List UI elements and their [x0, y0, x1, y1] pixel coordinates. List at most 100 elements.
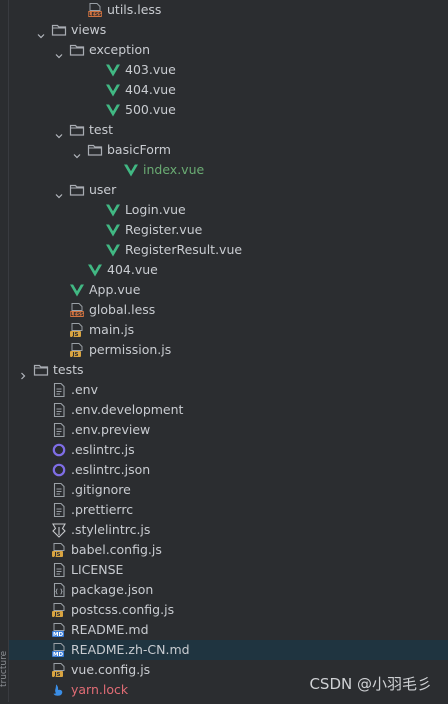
svg-text:LESS: LESS [88, 12, 102, 18]
tree-item-label: user [89, 182, 117, 197]
tree-item-label: .env [71, 382, 98, 397]
svg-text:JS: JS [53, 612, 60, 618]
vue-file-icon [105, 222, 121, 238]
folder-icon [69, 122, 85, 138]
tree-file-row[interactable]: Register.vue [9, 220, 448, 240]
tree-file-row[interactable]: .stylelintrc.js [9, 520, 448, 540]
tree-item-label: README.zh-CN.md [71, 642, 190, 657]
tree-file-row[interactable]: 404.vue [9, 260, 448, 280]
vue-file-icon [69, 282, 85, 298]
chevron-down-icon[interactable] [37, 26, 45, 39]
text-file-icon [51, 562, 67, 578]
tree-file-row[interactable]: App.vue [9, 280, 448, 300]
vue-file-icon [105, 202, 121, 218]
tree-file-row[interactable]: 403.vue [9, 60, 448, 80]
vue-file-icon [105, 82, 121, 98]
chevron-down-icon[interactable] [55, 46, 63, 59]
tree-folder-row[interactable]: exception [9, 40, 448, 60]
svg-text:JS: JS [71, 352, 78, 358]
folder-icon [69, 182, 85, 198]
vue-file-icon [105, 102, 121, 118]
tree-item-label: views [71, 22, 107, 37]
tree-item-label: .env.development [71, 402, 184, 417]
tree-item-label: utils.less [107, 2, 162, 17]
tree-file-row[interactable]: JS main.js [9, 320, 448, 340]
text-file-icon [51, 482, 67, 498]
tree-item-label: .env.preview [71, 422, 151, 437]
chevron-down-icon[interactable] [73, 146, 81, 159]
tree-file-row[interactable]: package.json [9, 580, 448, 600]
chevron-down-icon[interactable] [55, 126, 63, 139]
left-tool-strip: tructure [0, 0, 9, 702]
tree-item-label: vue.config.js [71, 662, 151, 677]
tree-folder-row[interactable]: test [9, 120, 448, 140]
vue-file-icon [123, 162, 139, 178]
tree-file-row[interactable]: MD README.zh-CN.md [9, 640, 448, 660]
tree-item-label: Login.vue [125, 202, 186, 217]
tree-file-row[interactable]: 404.vue [9, 80, 448, 100]
tree-file-row[interactable]: .eslintrc.js [9, 440, 448, 460]
svg-text:MD: MD [53, 632, 63, 638]
md-file-icon: MD [51, 642, 67, 658]
tree-item-label: main.js [89, 322, 135, 337]
vue-file-icon [87, 262, 103, 278]
tree-item-label: package.json [71, 582, 154, 597]
tree-item-label: README.md [71, 622, 149, 637]
tree-file-row[interactable]: .env.development [9, 400, 448, 420]
vue-file-icon [105, 62, 121, 78]
svg-text:JS: JS [53, 672, 60, 678]
tree-folder-row[interactable]: basicForm [9, 140, 448, 160]
svg-text:MD: MD [53, 652, 63, 658]
text-file-icon [51, 502, 67, 518]
tree-file-row[interactable]: .env [9, 380, 448, 400]
tree-folder-row[interactable]: tests [9, 360, 448, 380]
chevron-down-icon[interactable] [55, 186, 63, 199]
tree-item-label: yarn.lock [71, 682, 129, 697]
tree-item-label: Register.vue [125, 222, 203, 237]
folder-icon [33, 362, 49, 378]
yarn-file-icon [51, 682, 67, 698]
tree-file-row[interactable]: .eslintrc.json [9, 460, 448, 480]
tree-item-label: .stylelintrc.js [71, 522, 151, 537]
tree-file-row[interactable]: LESS utils.less [9, 0, 448, 20]
svg-text:JS: JS [53, 552, 60, 558]
tree-item-label: 404.vue [125, 82, 176, 97]
tree-file-row[interactable]: .prettierrc [9, 500, 448, 520]
tree-file-row[interactable]: RegisterResult.vue [9, 240, 448, 260]
tree-folder-row[interactable]: views [9, 20, 448, 40]
js-file-icon: JS [51, 602, 67, 618]
tree-file-row[interactable]: JS postcss.config.js [9, 600, 448, 620]
tree-item-label: babel.config.js [71, 542, 162, 557]
tree-file-row[interactable]: .gitignore [9, 480, 448, 500]
tree-file-row[interactable]: .env.preview [9, 420, 448, 440]
folder-icon [69, 42, 85, 58]
tree-item-label: .prettierrc [71, 502, 134, 517]
side-panel-label[interactable]: tructure [0, 651, 9, 687]
tree-item-label: test [89, 122, 114, 137]
tree-file-row[interactable]: LESS global.less [9, 300, 448, 320]
tree-item-label: permission.js [89, 342, 172, 357]
tree-file-row[interactable]: 500.vue [9, 100, 448, 120]
project-file-tree: LESS utils.less views exception 403.vue 404.v… [9, 0, 448, 700]
tree-item-label: .eslintrc.json [71, 462, 151, 477]
tree-item-label: 500.vue [125, 102, 176, 117]
folder-icon [51, 22, 67, 38]
tree-file-row[interactable]: JS permission.js [9, 340, 448, 360]
less-file-icon: LESS [87, 2, 103, 18]
tree-file-row[interactable]: MD README.md [9, 620, 448, 640]
tree-file-row[interactable]: JS babel.config.js [9, 540, 448, 560]
js-file-icon: JS [69, 322, 85, 338]
eslint-file-icon [51, 462, 67, 478]
tree-folder-row[interactable]: user [9, 180, 448, 200]
tree-item-label: .gitignore [71, 482, 131, 497]
chevron-right-icon[interactable] [19, 366, 27, 380]
tree-file-row[interactable]: index.vue [9, 160, 448, 180]
tree-item-label: RegisterResult.vue [125, 242, 243, 257]
js-file-icon: JS [69, 342, 85, 358]
tree-item-label: App.vue [89, 282, 141, 297]
json-file-icon [51, 582, 67, 598]
tree-item-label: global.less [89, 302, 156, 317]
tree-item-label: LICENSE [71, 562, 124, 577]
tree-file-row[interactable]: Login.vue [9, 200, 448, 220]
tree-file-row[interactable]: LICENSE [9, 560, 448, 580]
